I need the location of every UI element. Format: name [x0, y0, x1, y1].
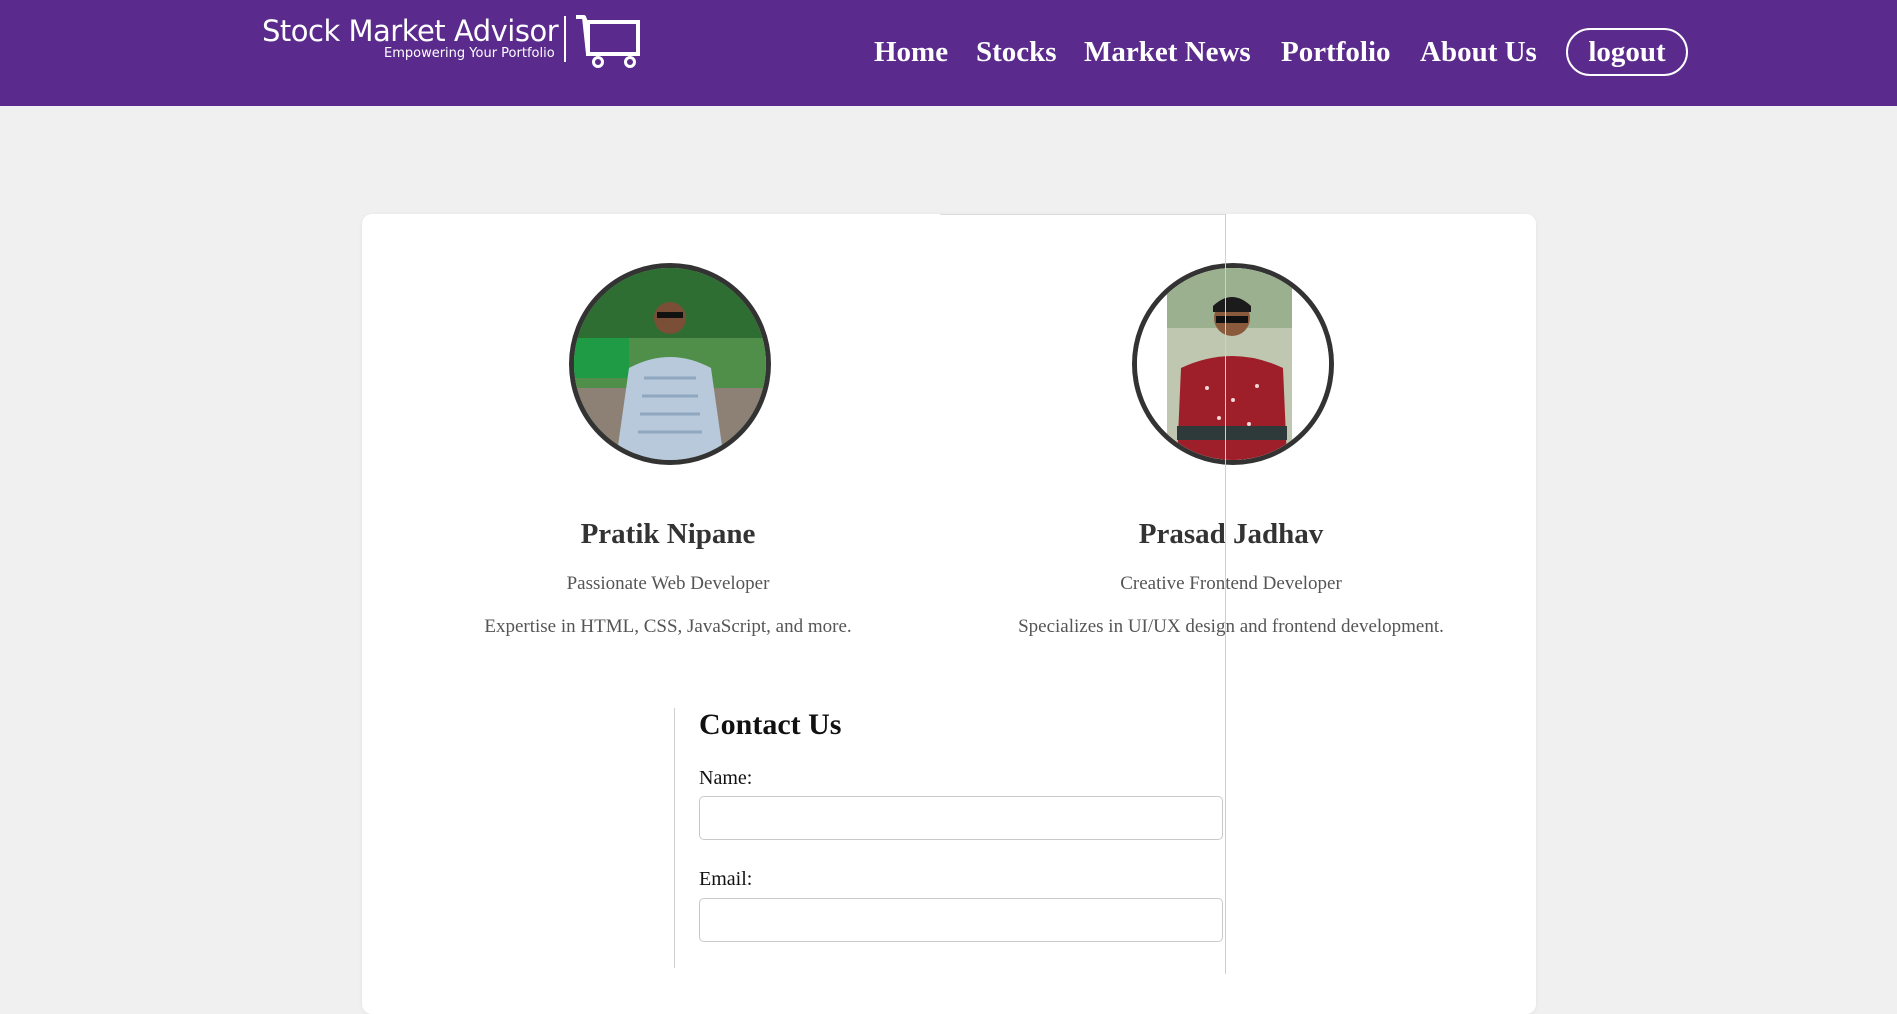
- nav-market-news[interactable]: Market News: [1084, 28, 1251, 76]
- person-photo-icon: [1137, 268, 1329, 460]
- person-photo-icon: [574, 268, 766, 460]
- name-field[interactable]: [699, 796, 1223, 840]
- member-role: Passionate Web Developer: [566, 573, 770, 594]
- about-card: [362, 214, 1536, 1014]
- member-description: Expertise in HTML, CSS, JavaScript, and …: [484, 616, 852, 637]
- nav-portfolio[interactable]: Portfolio: [1281, 28, 1391, 76]
- member-name: Prasad Jadhav: [1138, 518, 1324, 550]
- member-description: Specializes in UI/UX design and frontend…: [1018, 616, 1444, 637]
- contact-section-border: [674, 708, 675, 968]
- section-divider: [1225, 214, 1226, 974]
- top-navbar: Stock Market Advisor Empowering Your Por…: [0, 0, 1897, 106]
- nav-stocks[interactable]: Stocks: [976, 28, 1057, 76]
- card-top-rule: [940, 214, 1225, 215]
- logout-button[interactable]: logout: [1566, 28, 1688, 76]
- email-field[interactable]: [699, 898, 1223, 942]
- email-label: Email:: [699, 868, 753, 890]
- avatar-prasad: [1132, 263, 1334, 465]
- nav-home[interactable]: Home: [874, 28, 948, 76]
- contact-title: Contact Us: [699, 708, 842, 741]
- name-label: Name:: [699, 767, 753, 789]
- avatar-pratik: [569, 263, 771, 465]
- nav-about-us[interactable]: About Us: [1420, 28, 1537, 76]
- member-role: Creative Frontend Developer: [1120, 573, 1342, 594]
- member-name: Pratik Nipane: [580, 518, 756, 550]
